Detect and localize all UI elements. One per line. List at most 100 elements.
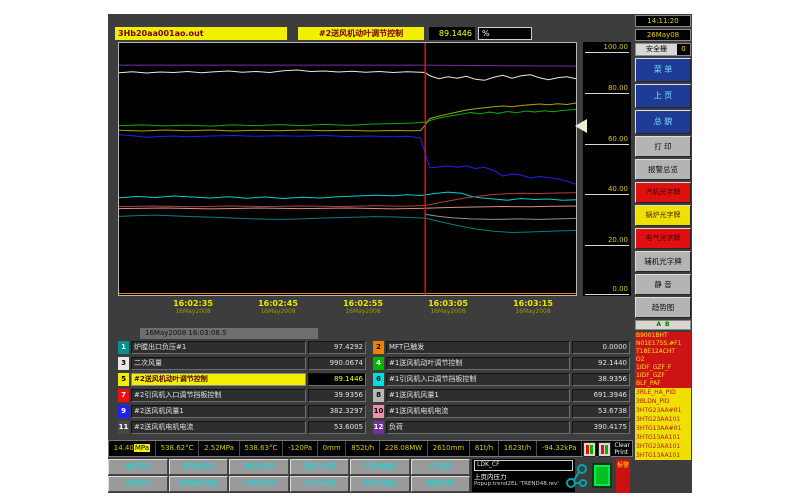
- legend-row[interactable]: 1 炉膛出口负压#1 97.4292: [118, 341, 366, 354]
- y-tick: 80.00: [583, 84, 631, 94]
- legend-row[interactable]: 9 #2送风机风量1 382.3297: [118, 405, 366, 418]
- status-value: 852t/h: [346, 441, 379, 456]
- system-button[interactable]: 发电机系统: [350, 476, 410, 492]
- pen-value: 39.9356: [308, 389, 366, 402]
- console-message: 上页内压力: [474, 473, 573, 481]
- y-axis: 100.00 80.00 60.00 40.00 20.00 0.00: [583, 42, 631, 296]
- alarm-tag[interactable]: BLF_PAF: [635, 380, 691, 388]
- overview-button[interactable]: 总 貌: [635, 110, 691, 134]
- system-button[interactable]: 凝结水系统: [290, 459, 350, 475]
- y-tick: 0.00: [583, 285, 631, 295]
- pen-label: #2引风机入口调节挡板控制: [131, 389, 306, 402]
- legend-row[interactable]: 3 二次风量 990.0674: [118, 357, 366, 370]
- pen-label: 负荷: [386, 421, 570, 434]
- trend-main-area: 3Hb20aa001ao.out #2送风机动叶调节控制 89.1446 % 1…: [108, 14, 633, 493]
- alarm-tag[interactable]: 1IDF_GZF: [635, 372, 691, 380]
- turbine-annunciator-button[interactable]: 汽机光字牌: [635, 182, 691, 203]
- trend-plot[interactable]: [118, 42, 577, 296]
- status-value: 228.08MW: [380, 441, 428, 456]
- warning-tag[interactable]: 3BLDN_PID: [635, 397, 691, 406]
- alarm-tag[interactable]: 1IDF_GZF_F: [635, 364, 691, 372]
- legend-row[interactable]: 2 MFT已触发 0.0000: [373, 341, 630, 354]
- trend-header: 3Hb20aa001ao.out #2送风机动叶调节控制 89.1446 %: [115, 27, 629, 40]
- pen-label: 炉膛出口负压#1: [131, 341, 306, 354]
- legend-row[interactable]: 7 #2引风机入口调节挡板控制 39.9356: [118, 389, 366, 402]
- pen-value: 390.4175: [572, 421, 630, 434]
- system-button[interactable]: 抽汽系统: [108, 459, 168, 475]
- sidebar: 14:11:20 26May08 安全栅 0 菜 单 上 页 总 貌 打 印 报…: [634, 14, 692, 493]
- legend-row[interactable]: 6 #1引风机入口调节挡板控制 38.9356: [373, 373, 630, 386]
- alarm-tag[interactable]: T18E12ACHT: [635, 348, 691, 356]
- system-button[interactable]: 开式水系统: [290, 476, 350, 492]
- dcs-trend-window: 3Hb20aa001ao.out #2送风机动叶调节控制 89.1446 % 1…: [108, 14, 692, 493]
- warning-tag[interactable]: 3RLE_HA_PID: [635, 388, 691, 397]
- pen-value: 990.0674: [308, 357, 366, 370]
- link-nodes-icon[interactable]: [565, 461, 589, 491]
- warning-tag[interactable]: 3HTG23AA#01: [635, 406, 691, 415]
- alarm-tag[interactable]: N01E175S.#F1: [635, 340, 691, 348]
- system-button[interactable]: 润滑油系统: [350, 459, 410, 475]
- signal-indicator-icon[interactable]: [583, 442, 596, 457]
- menu-button[interactable]: 菜 单: [635, 58, 691, 82]
- ab-status-indicator: AB: [635, 320, 691, 330]
- clock-time: 14:11:20: [635, 15, 691, 27]
- warning-tag[interactable]: 3HTG23AA101: [635, 442, 691, 451]
- trend-file-name[interactable]: 3Hb20aa001ao.out: [115, 27, 287, 40]
- system-button[interactable]: 主蒸汽系统: [229, 476, 289, 492]
- system-button[interactable]: 给水系统: [108, 476, 168, 492]
- cursor-timestamp: 16May2008 16:03:08.5: [140, 328, 318, 339]
- alarm-ack-strip[interactable]: 报警: [616, 459, 630, 493]
- legend-row-selected[interactable]: 5 #2送风机动叶调节控制 89.1446: [118, 373, 366, 386]
- signal-indicator-icon[interactable]: [598, 442, 611, 457]
- legend-row[interactable]: 10 #1送风机电机电流 53.6738: [373, 405, 630, 418]
- legend-row[interactable]: 4 #1送风机动叶调节控制 92.1440: [373, 357, 630, 370]
- green-indicator-button[interactable]: [592, 463, 612, 488]
- aux-annunciator-button[interactable]: 辅机光字牌: [635, 251, 691, 272]
- electric-annunciator-button[interactable]: 电气光字牌: [635, 228, 691, 249]
- warning-tag[interactable]: 3HTG13AA#01: [635, 424, 691, 433]
- alarm-tag[interactable]: B9001BHT: [635, 332, 691, 340]
- pen-color-badge: 7: [118, 389, 129, 402]
- boiler-annunciator-button[interactable]: 锅炉光字牌: [635, 205, 691, 226]
- trend-plot-svg: [119, 43, 576, 295]
- system-button[interactable]: 机组趋势: [411, 476, 471, 492]
- tag-list: B9001BHT N01E175S.#F1 T18E12ACHT O2 1IDF…: [635, 332, 691, 492]
- x-tick: 16:03:0516May2008: [412, 299, 484, 315]
- pen-value: 38.9356: [572, 373, 630, 386]
- screen: 3Hb20aa001ao.out #2送风机动叶调节控制 89.1446 % 1…: [0, 0, 800, 500]
- pen-label: #1送风机电机电流: [386, 405, 570, 418]
- pen-color-badge: 11: [118, 421, 129, 434]
- process-status-bar: 14.40MPa 538.62°C 2.52MPa 538.63°C -120P…: [108, 440, 633, 457]
- warning-tag[interactable]: 3HTG13AA101: [635, 433, 691, 442]
- system-button[interactable]: 循环水系统: [169, 459, 229, 475]
- alarm-summary-button[interactable]: 报警总览: [635, 159, 691, 180]
- legend-row[interactable]: 12 负荷 390.4175: [373, 421, 630, 434]
- status-value: 2.52MPa: [199, 441, 239, 456]
- pen-label: 二次风量: [131, 357, 306, 370]
- clear-print-buttons[interactable]: ClearPrint: [612, 441, 632, 456]
- pen-value: 382.3297: [308, 405, 366, 418]
- warning-tag[interactable]: 3HTG23AA101: [635, 415, 691, 424]
- pen-label: MFT已触发: [386, 341, 570, 354]
- status-value: 2610mm: [428, 441, 470, 456]
- y-tick: 40.00: [583, 185, 631, 195]
- system-button[interactable]: CC操作: [411, 459, 471, 475]
- system-button[interactable]: 闭式水系统: [229, 459, 289, 475]
- trend-button[interactable]: 趋势图: [635, 297, 691, 318]
- legend-row[interactable]: 8 #1送风机风量1 691.3946: [373, 389, 630, 402]
- warning-tag[interactable]: 3HTG13AA101: [635, 451, 691, 460]
- pen-label: #2送风机动叶调节控制: [131, 373, 306, 386]
- pen-value: 97.4292: [308, 341, 366, 354]
- pen-legend: 1 炉膛出口负压#1 97.4292 3 二次风量 990.0674 5 #2送…: [118, 341, 630, 434]
- pen-color-badge: 2: [373, 341, 384, 354]
- console-command-field[interactable]: LDK_CF: [474, 460, 573, 471]
- print-button[interactable]: 打 印: [635, 136, 691, 157]
- value-marker-arrow-icon[interactable]: [575, 119, 587, 133]
- prev-page-button[interactable]: 上 页: [635, 84, 691, 108]
- legend-row[interactable]: 11 #2送风机电机电流 53.6005: [118, 421, 366, 434]
- x-tick: 16:03:1516May2008: [497, 299, 569, 315]
- mute-button[interactable]: 静 音: [635, 274, 691, 295]
- selected-pen-title[interactable]: #2送风机动叶调节控制: [298, 27, 424, 40]
- system-button[interactable]: 真空轴封系统: [169, 476, 229, 492]
- alarm-tag[interactable]: O2: [635, 356, 691, 364]
